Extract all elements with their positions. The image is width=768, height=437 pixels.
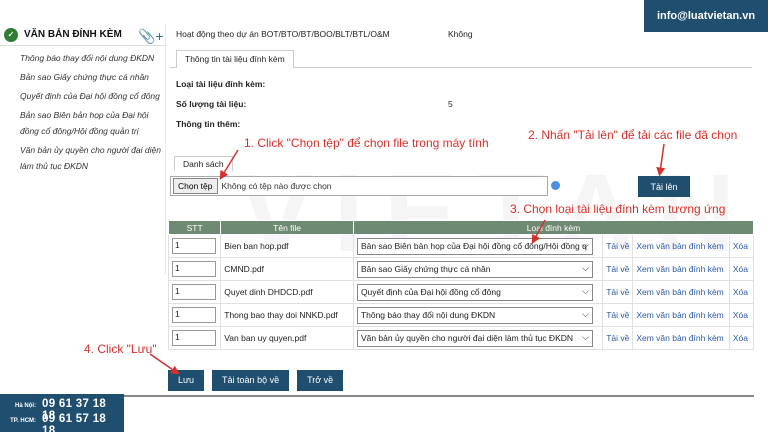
arrow-2 bbox=[656, 143, 666, 177]
arrow-1 bbox=[219, 149, 239, 180]
arrow-3 bbox=[531, 219, 546, 244]
annotation-arrows bbox=[149, 143, 666, 375]
hcm-label: TP. HCM: bbox=[10, 418, 37, 424]
hcm-phone: 09 61 57 18 18 bbox=[42, 413, 107, 437]
hanoi-label: Hà Nội: bbox=[15, 403, 37, 409]
arrow-4 bbox=[149, 353, 180, 375]
contact-email: info@luatvietan.vn bbox=[644, 0, 768, 32]
contact-phones: Hà Nội: 09 61 37 18 18 TP. HCM: 09 61 57 1… bbox=[0, 394, 124, 437]
